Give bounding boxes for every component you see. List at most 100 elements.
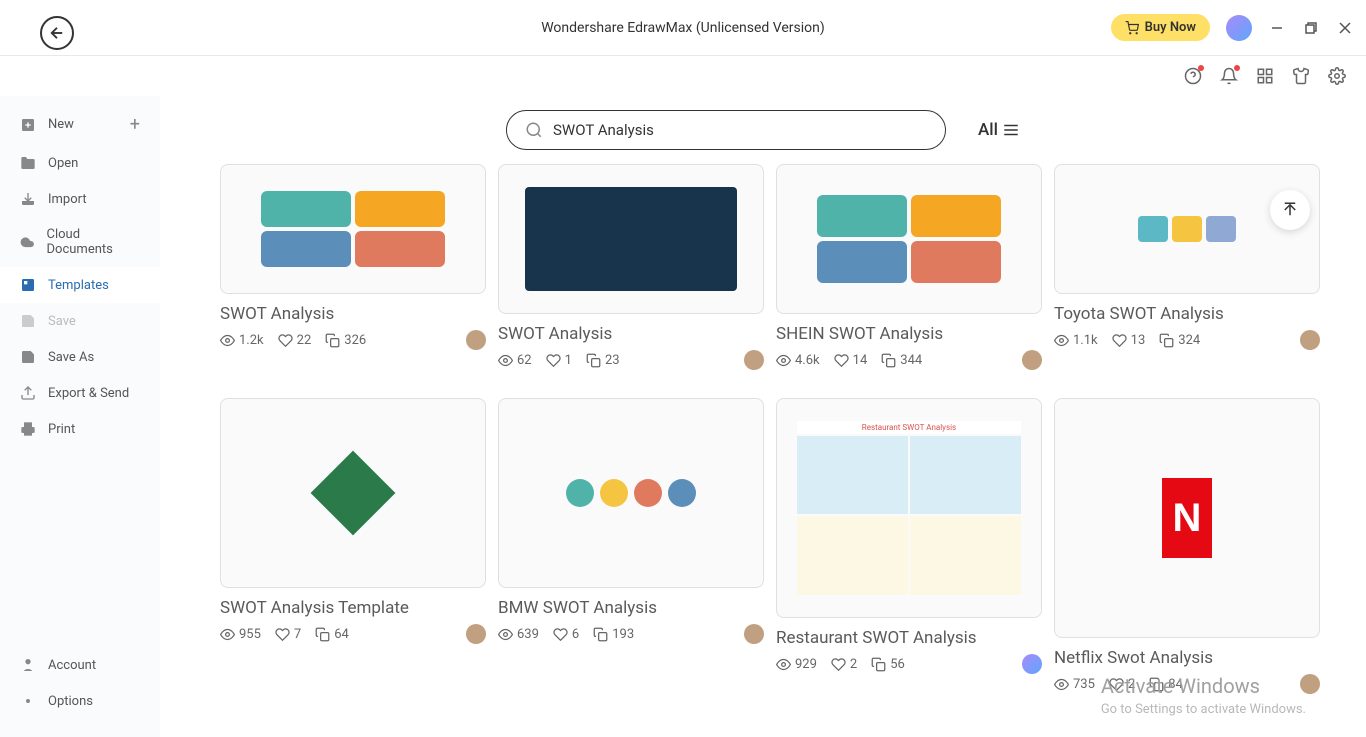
template-title: SWOT Analysis Template (220, 598, 486, 618)
likes-meta: 13 (1112, 333, 1146, 348)
author-avatar[interactable] (466, 624, 486, 644)
author-avatar[interactable] (744, 350, 764, 370)
help-icon[interactable] (1184, 67, 1202, 85)
plus-square-icon (20, 117, 36, 133)
likes-meta: 2 (1109, 677, 1135, 692)
author-avatar[interactable] (466, 330, 486, 350)
views-meta: 1.1k (1054, 333, 1098, 348)
scroll-to-top-button[interactable] (1270, 190, 1310, 230)
author-avatar[interactable] (744, 624, 764, 644)
sidebar-item-open[interactable]: Open (0, 145, 160, 181)
plus-icon[interactable]: + (130, 114, 140, 135)
buy-now-button[interactable]: Buy Now (1111, 14, 1210, 41)
likes-meta: 22 (278, 333, 312, 348)
search-box[interactable] (506, 110, 946, 150)
copies-meta: 64 (315, 627, 349, 642)
sidebar-item-export[interactable]: Export & Send (0, 375, 160, 411)
author-avatar[interactable] (1022, 654, 1042, 674)
views-meta: 929 (776, 657, 817, 672)
template-thumbnail (776, 164, 1042, 314)
template-card[interactable]: SWOT Analysis Template 955 7 64 (220, 398, 486, 694)
back-button[interactable] (40, 16, 74, 50)
app-title: Wondershare EdrawMax (Unlicensed Version… (541, 20, 825, 36)
sidebar-item-label: Print (48, 422, 75, 437)
template-title: Netflix Swot Analysis (1054, 648, 1320, 668)
views-meta: 639 (498, 627, 539, 642)
notifications-icon[interactable] (1220, 67, 1238, 85)
sidebar-item-label: Open (48, 156, 78, 171)
filter-all-button[interactable]: All (978, 120, 1020, 140)
author-avatar[interactable] (1022, 350, 1042, 370)
template-title: Restaurant SWOT Analysis (776, 628, 1042, 648)
user-avatar[interactable] (1226, 15, 1252, 41)
sidebar-item-options[interactable]: Options (0, 683, 160, 719)
settings-icon[interactable] (1328, 67, 1346, 85)
cart-icon (1125, 21, 1139, 35)
gear-icon (20, 693, 36, 709)
views-meta: 62 (498, 353, 532, 368)
sidebar-item-templates[interactable]: Templates (0, 267, 160, 303)
likes-meta: 2 (831, 657, 857, 672)
minimize-button[interactable] (1268, 19, 1286, 37)
template-thumbnail: Restaurant SWOT Analysis (776, 398, 1042, 618)
sidebar-item-label: Account (48, 658, 96, 673)
search-input[interactable] (553, 121, 927, 139)
print-icon (20, 421, 36, 437)
template-card[interactable]: N Netflix Swot Analysis 735 2 84 (1054, 398, 1320, 694)
apps-icon[interactable] (1256, 67, 1274, 85)
copies-meta: 324 (1159, 333, 1200, 348)
buy-now-label: Buy Now (1145, 20, 1196, 35)
views-meta: 955 (220, 627, 261, 642)
user-icon (20, 657, 36, 673)
maximize-button[interactable] (1302, 19, 1320, 37)
template-title: SWOT Analysis (498, 324, 764, 344)
likes-meta: 7 (275, 627, 301, 642)
template-thumbnail (498, 398, 764, 588)
views-meta: 1.2k (220, 333, 264, 348)
arrow-up-icon (1281, 201, 1299, 219)
shirt-icon[interactable] (1292, 67, 1310, 85)
sidebar-item-label: New (48, 117, 74, 132)
views-meta: 735 (1054, 677, 1095, 692)
author-avatar[interactable] (1300, 674, 1320, 694)
import-icon (20, 191, 36, 207)
sidebar-item-cloud[interactable]: Cloud Documents (0, 217, 160, 267)
filter-label: All (978, 120, 998, 140)
template-title: Toyota SWOT Analysis (1054, 304, 1320, 324)
likes-meta: 14 (834, 353, 868, 368)
close-button[interactable] (1336, 19, 1354, 37)
template-title: SWOT Analysis (220, 304, 486, 324)
sidebar-item-new[interactable]: New + (0, 104, 160, 145)
sidebar-item-label: Templates (48, 278, 109, 293)
template-card[interactable]: SWOT Analysis 1.2k 22 326 (220, 164, 486, 370)
template-title: SHEIN SWOT Analysis (776, 324, 1042, 344)
template-card[interactable]: BMW SWOT Analysis 639 6 193 (498, 398, 764, 694)
sidebar-item-save-as[interactable]: Save As (0, 339, 160, 375)
folder-icon (20, 155, 36, 171)
sidebar-item-save: Save (0, 303, 160, 339)
export-icon (20, 385, 36, 401)
sidebar-item-label: Options (48, 694, 93, 709)
copies-meta: 84 (1149, 677, 1183, 692)
copies-meta: 344 (881, 353, 922, 368)
template-card[interactable]: SHEIN SWOT Analysis 4.6k 14 344 (776, 164, 1042, 370)
views-meta: 4.6k (776, 353, 820, 368)
likes-meta: 6 (553, 627, 579, 642)
template-card[interactable]: SWOT Analysis 62 1 23 (498, 164, 764, 370)
save-icon (20, 313, 36, 329)
template-thumbnail (220, 164, 486, 294)
templates-icon (20, 277, 36, 293)
template-thumbnail (1054, 164, 1320, 294)
sidebar-item-label: Cloud Documents (47, 227, 141, 257)
sidebar-item-account[interactable]: Account (0, 647, 160, 683)
likes-meta: 1 (546, 353, 572, 368)
copies-meta: 193 (593, 627, 634, 642)
author-avatar[interactable] (1300, 330, 1320, 350)
template-card[interactable]: Restaurant SWOT Analysis Restaurant SWOT… (776, 398, 1042, 694)
sidebar-item-import[interactable]: Import (0, 181, 160, 217)
sidebar-item-print[interactable]: Print (0, 411, 160, 447)
sidebar-item-label: Save (48, 314, 76, 329)
copies-meta: 23 (586, 353, 620, 368)
menu-icon (1002, 121, 1020, 139)
save-as-icon (20, 349, 36, 365)
